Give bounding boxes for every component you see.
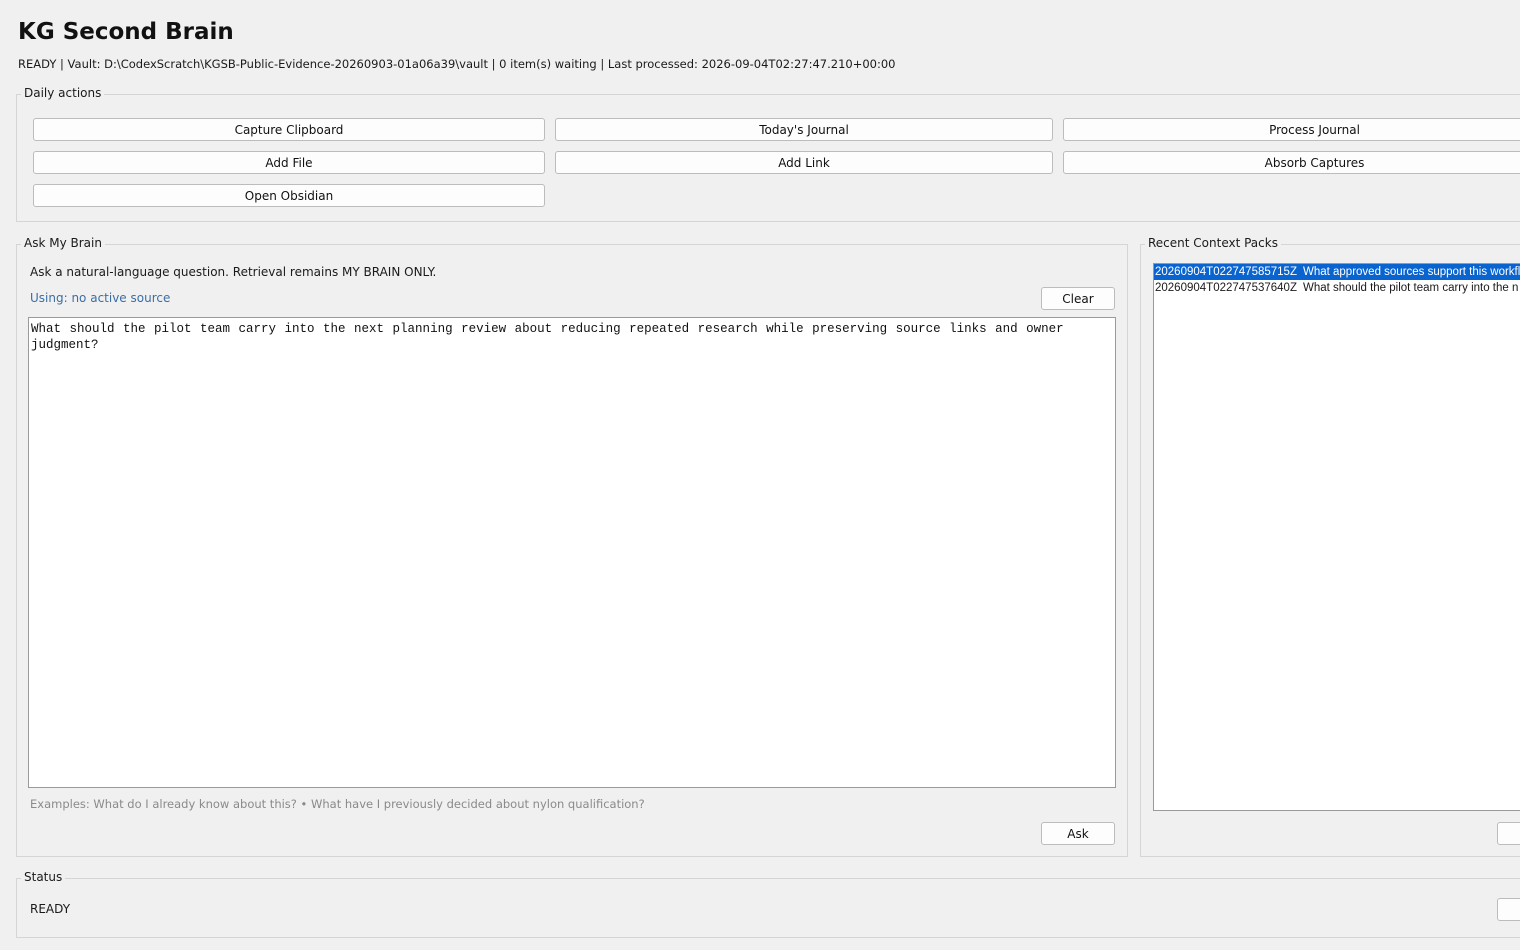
app-title: KG Second Brain [18,19,234,45]
add-file-button[interactable]: Add File [33,151,545,174]
status-legend: Status [21,870,66,884]
ask-hint-text: Ask a natural-language question. Retriev… [30,265,437,279]
examples-text: Examples: What do I already know about t… [30,797,645,811]
status-group [16,878,1520,938]
ask-button[interactable]: Ask [1041,822,1115,845]
todays-journal-button[interactable]: Today's Journal [555,118,1053,141]
recent-context-packs-legend: Recent Context Packs [1145,236,1281,250]
absorb-captures-button[interactable]: Absorb Captures [1063,151,1520,174]
capture-clipboard-button[interactable]: Capture Clipboard [33,118,545,141]
status-action-button[interactable] [1497,898,1520,921]
daily-actions-legend: Daily actions [21,86,105,100]
ask-my-brain-legend: Ask My Brain [21,236,105,250]
open-obsidian-button[interactable]: Open Obsidian [33,184,545,207]
list-item[interactable]: 20260904T022747537640Z What should the pi… [1154,280,1520,296]
list-item-question: What approved sources support this workf… [1302,266,1520,278]
list-item[interactable]: 20260904T022747585715Z What approved sour… [1154,264,1520,280]
status-text: READY [30,902,71,916]
add-link-button[interactable]: Add Link [555,151,1053,174]
list-item-timestamp: 20260904T022747585715Z [1155,266,1297,278]
list-item-question: What should the pilot team carry into th… [1302,282,1519,294]
question-input[interactable]: What should the pilot team carry into th… [28,317,1116,788]
context-pack-list[interactable]: 20260904T022747585715Z What approved sour… [1153,263,1520,811]
active-source-label[interactable]: Using: no active source [30,291,170,305]
vault-status-line: READY | Vault: D:\CodexScratch\KGSB-Publ… [18,57,896,71]
clear-button[interactable]: Clear [1041,287,1115,310]
open-pack-button[interactable] [1497,822,1520,845]
list-item-timestamp: 20260904T022747537640Z [1155,282,1297,294]
process-journal-button[interactable]: Process Journal [1063,118,1520,141]
